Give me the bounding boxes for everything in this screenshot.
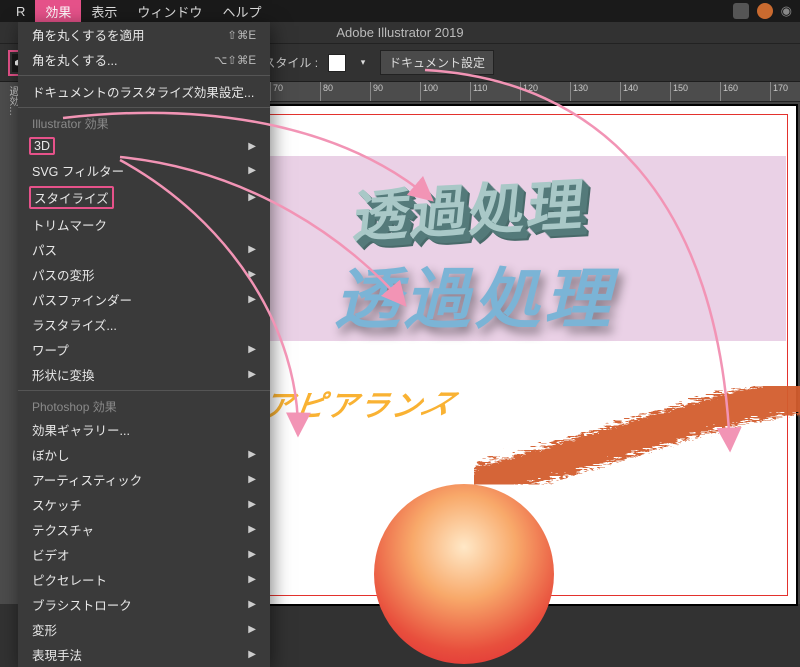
menu-convert-shape[interactable]: 形状に変換▶ <box>18 362 270 387</box>
gradient-circle[interactable] <box>374 484 554 664</box>
menubar: R 効果 表示 ウィンドウ ヘルプ ◉ <box>0 0 800 22</box>
menu-raster-settings[interactable]: ドキュメントのラスタライズ効果設定... <box>18 79 270 104</box>
menu-help[interactable]: ヘルプ <box>212 0 271 22</box>
submenu-arrow-icon: ▶ <box>248 499 256 510</box>
doc-tab-truncated[interactable]: 過効… <box>0 82 20 604</box>
menu-pixelate[interactable]: ピクセレート▶ <box>18 567 270 592</box>
menu-separator <box>18 75 270 76</box>
ruler-tick: 130 <box>570 82 620 101</box>
menu-last-effect[interactable]: 角を丸くする... ⌥⇧⌘E <box>18 47 270 72</box>
status-icon-1 <box>733 3 749 19</box>
submenu-arrow-icon: ▶ <box>248 449 256 460</box>
ruler-tick: 80 <box>320 82 370 101</box>
menu-video[interactable]: ビデオ▶ <box>18 542 270 567</box>
menu-truncated[interactable]: R <box>6 0 35 22</box>
style-arrow[interactable]: ▾ <box>356 54 370 72</box>
menu-path[interactable]: パス▶ <box>18 237 270 262</box>
menu-section-photoshop: Photoshop 効果 <box>18 394 270 417</box>
document-settings-button[interactable]: ドキュメント設定 <box>380 50 494 75</box>
menu-trim-marks[interactable]: トリムマーク <box>18 212 270 237</box>
menu-distort[interactable]: パスの変形▶ <box>18 262 270 287</box>
submenu-arrow-icon: ▶ <box>248 524 256 535</box>
brush-stroke-sample[interactable] <box>474 386 800 496</box>
menu-brush-strokes[interactable]: ブラシストローク▶ <box>18 592 270 617</box>
submenu-arrow-icon: ▶ <box>248 624 256 635</box>
text-3d-sample[interactable]: 透過処理 <box>350 160 591 254</box>
menu-pathfinder[interactable]: パスファインダー▶ <box>18 287 270 312</box>
menu-sketch[interactable]: スケッチ▶ <box>18 492 270 517</box>
effect-menu: 角を丸くするを適用 ⇧⌘E 角を丸くする... ⌥⇧⌘E ドキュメントのラスタラ… <box>18 22 270 667</box>
menu-separator <box>18 107 270 108</box>
submenu-arrow-icon: ▶ <box>248 269 256 280</box>
style-swatch[interactable] <box>328 54 346 72</box>
ruler-tick: 110 <box>470 82 520 101</box>
menu-separator <box>18 390 270 391</box>
menu-effect[interactable]: 効果 <box>35 0 81 22</box>
menu-section-illustrator: Illustrator 効果 <box>18 111 270 134</box>
ruler-tick: 120 <box>520 82 570 101</box>
submenu-arrow-icon: ▶ <box>248 369 256 380</box>
submenu-arrow-icon: ▶ <box>248 549 256 560</box>
siri-icon[interactable]: ◉ <box>781 3 790 19</box>
menu-texture[interactable]: テクスチャ▶ <box>18 517 270 542</box>
submenu-arrow-icon: ▶ <box>248 165 256 176</box>
submenu-arrow-icon: ▶ <box>248 192 256 203</box>
cc-icon[interactable] <box>757 3 773 19</box>
ruler-tick: 70 <box>270 82 320 101</box>
menu-svg-filter[interactable]: SVG フィルター▶ <box>18 158 270 183</box>
submenu-arrow-icon: ▶ <box>248 599 256 610</box>
text-appearance-sample[interactable]: アピアランス <box>261 381 459 425</box>
submenu-arrow-icon: ▶ <box>248 244 256 255</box>
menu-warp[interactable]: ワープ▶ <box>18 337 270 362</box>
submenu-arrow-icon: ▶ <box>248 141 256 152</box>
text-shadow-sample[interactable]: 透過処理 <box>334 246 614 342</box>
app-title: Adobe Illustrator 2019 <box>336 25 463 40</box>
submenu-arrow-icon: ▶ <box>248 294 256 305</box>
submenu-arrow-icon: ▶ <box>248 649 256 660</box>
ruler-tick: 140 <box>620 82 670 101</box>
menu-stylize[interactable]: スタイライズ▶ <box>18 183 270 212</box>
ruler-tick: 150 <box>670 82 720 101</box>
ruler-tick: 160 <box>720 82 770 101</box>
menu-rasterize[interactable]: ラスタライズ... <box>18 312 270 337</box>
ruler-tick: 170 <box>770 82 800 101</box>
menu-blur[interactable]: ぼかし▶ <box>18 442 270 467</box>
menu-3d[interactable]: 3D▶ <box>18 134 270 158</box>
submenu-arrow-icon: ▶ <box>248 574 256 585</box>
style-label: スタイル : <box>263 54 318 71</box>
menu-distort-ps[interactable]: 変形▶ <box>18 617 270 642</box>
menu-apply-last[interactable]: 角を丸くするを適用 ⇧⌘E <box>18 22 270 47</box>
artboard[interactable]: 透過処理 透過処理 アピアランス <box>244 106 796 604</box>
menu-view[interactable]: 表示 <box>81 0 127 22</box>
ruler-tick: 90 <box>370 82 420 101</box>
menu-artistic[interactable]: アーティスティック▶ <box>18 467 270 492</box>
ruler-tick: 100 <box>420 82 470 101</box>
menu-window[interactable]: ウィンドウ <box>127 0 212 22</box>
menu-stylize-ps[interactable]: 表現手法▶ <box>18 642 270 667</box>
menu-effect-gallery[interactable]: 効果ギャラリー... <box>18 417 270 442</box>
submenu-arrow-icon: ▶ <box>248 474 256 485</box>
submenu-arrow-icon: ▶ <box>248 344 256 355</box>
